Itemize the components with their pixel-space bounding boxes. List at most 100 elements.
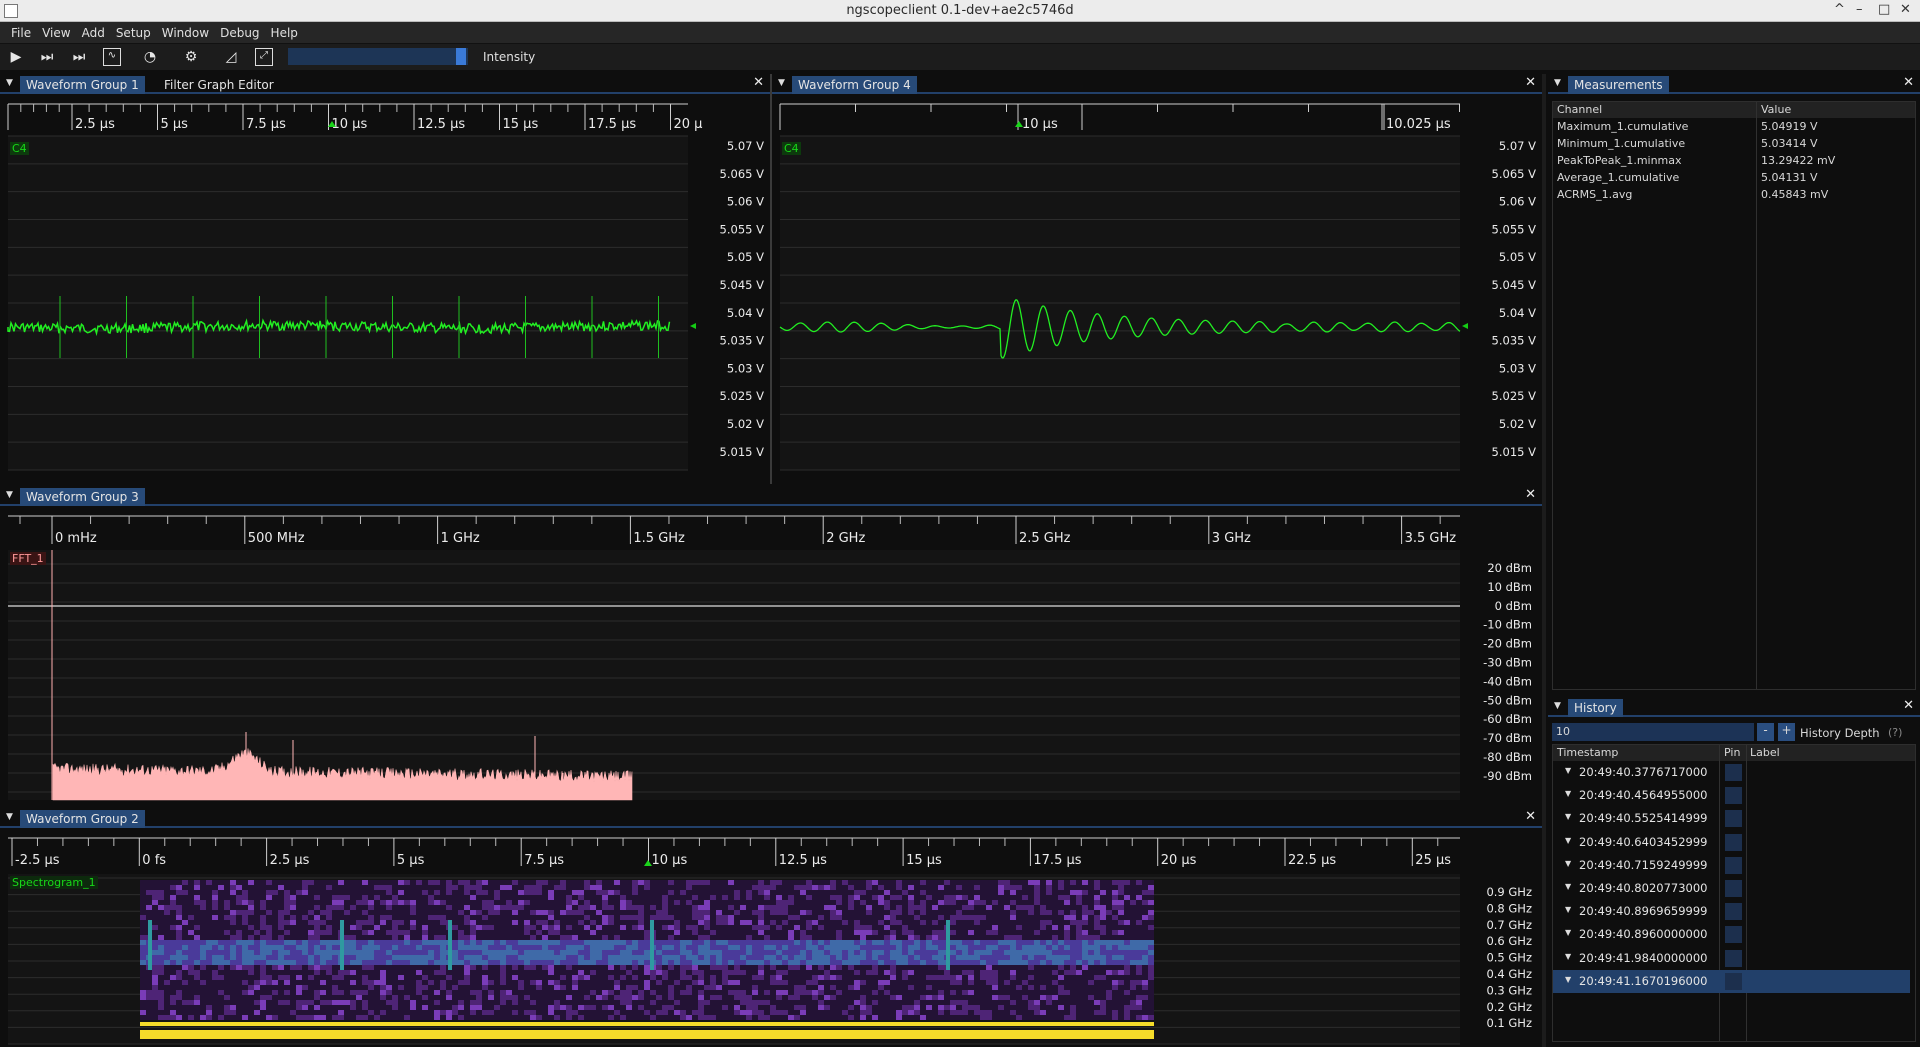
history-row[interactable]: ▼ 20:49:40.8020773000	[1553, 877, 1910, 900]
column-header-timestamp[interactable]: Timestamp	[1557, 746, 1618, 759]
expand-icon[interactable]: ▼	[1565, 812, 1571, 821]
menu-help[interactable]: Help	[260, 22, 298, 40]
tab-waveform-group-2[interactable]: Waveform Group 2	[20, 810, 145, 828]
history-row[interactable]: ▼ 20:49:40.5525414999	[1553, 807, 1910, 830]
collapse-icon[interactable]: ▼	[6, 78, 13, 88]
history-row[interactable]: ▼ 20:49:41.9840000000	[1553, 947, 1910, 970]
expand-icon[interactable]: ▼	[1565, 859, 1571, 868]
collapse-icon[interactable]: ▼	[6, 490, 13, 500]
close-icon[interactable]: ✕	[1525, 809, 1536, 824]
table-row[interactable]: Average_1.cumulative 5.04131 V	[1553, 169, 1915, 186]
waveform-group-3-plot[interactable]: 0 mHz 500 MHz 1 GHz 1.5 GHz 2 GHz 2.5 GHz 3 GH…	[0, 508, 1542, 806]
history-row[interactable]: ▼ 20:49:40.7159249999	[1553, 854, 1910, 877]
expand-icon[interactable]: ▼	[1565, 975, 1571, 984]
pin-checkbox[interactable]	[1725, 856, 1742, 874]
table-row[interactable]: Maximum_1.cumulative 5.04919 V	[1553, 118, 1915, 135]
pin-checkbox[interactable]	[1725, 810, 1742, 828]
collapse-icon[interactable]: ▼	[6, 812, 13, 822]
menu-view[interactable]: View	[31, 22, 70, 40]
spectrogram-cell	[1010, 1010, 1016, 1015]
expand-icon[interactable]: ▼	[1565, 882, 1571, 891]
maximize-restore-button[interactable]: ^	[1834, 2, 1845, 17]
depth-decrement-button[interactable]: -	[1757, 723, 1774, 741]
expand-icon[interactable]: ▼	[1565, 952, 1571, 961]
channel-label-c4[interactable]: C4	[782, 142, 801, 155]
channel-label-fft[interactable]: FFT_1	[10, 552, 46, 565]
depth-increment-button[interactable]: +	[1778, 723, 1795, 741]
expand-icon[interactable]: ▼	[1565, 928, 1571, 937]
zoom-fit-icon[interactable]: ⤢	[255, 48, 273, 66]
tab-waveform-group-4[interactable]: Waveform Group 4	[792, 76, 917, 94]
channel-label-c4[interactable]: C4	[10, 142, 29, 155]
close-icon[interactable]: ✕	[1525, 75, 1536, 90]
tab-waveform-group-1[interactable]: Waveform Group 1	[20, 76, 145, 94]
history-row[interactable]: ▼ 20:49:40.4564955000	[1553, 784, 1910, 807]
spectrogram-cell	[524, 885, 530, 890]
menu-add[interactable]: Add	[71, 22, 105, 40]
close-icon[interactable]: ✕	[1903, 698, 1914, 713]
pin-checkbox[interactable]	[1725, 787, 1742, 805]
tab-measurements[interactable]: Measurements	[1568, 76, 1669, 94]
expand-icon[interactable]: ▼	[1565, 836, 1571, 845]
stop-trigger-icon[interactable]: ∿	[103, 48, 121, 66]
force-trigger-icon[interactable]: ⏭	[70, 48, 88, 66]
waveform-group-2-plot[interactable]: -2.5 µs 0 fs 2.5 µs 5 µs 7.5 µs 10 µs 12.5 µs 1…	[0, 830, 1542, 1047]
menu-setup[interactable]: Setup	[105, 22, 151, 40]
column-header-pin[interactable]: Pin	[1724, 746, 1740, 759]
history-depth-input[interactable]: 10	[1552, 723, 1754, 741]
channel-label-spectrogram[interactable]: Spectrogram_1	[10, 876, 98, 889]
intensity-slider-handle[interactable]	[456, 48, 467, 65]
spectrogram-cell	[584, 1005, 590, 1010]
spectrogram-cell	[686, 880, 692, 885]
collapse-icon[interactable]: ▼	[1554, 78, 1561, 88]
pin-checkbox[interactable]	[1725, 949, 1742, 967]
start-trigger-icon[interactable]: ▶	[7, 48, 25, 66]
close-window-button[interactable]: ✕	[1900, 2, 1911, 17]
pin-checkbox[interactable]	[1725, 880, 1742, 897]
pin-checkbox[interactable]	[1725, 833, 1742, 851]
table-row[interactable]: Minimum_1.cumulative 5.03414 V	[1553, 135, 1915, 152]
spectrogram-cell	[728, 990, 734, 995]
close-icon[interactable]: ✕	[753, 75, 764, 90]
tab-history[interactable]: History	[1568, 699, 1623, 717]
pin-checkbox[interactable]	[1725, 903, 1742, 921]
autofit-vertical-icon[interactable]: ◿	[222, 48, 240, 66]
pin-checkbox[interactable]	[1725, 972, 1742, 990]
collapse-icon[interactable]: ▼	[778, 78, 785, 88]
history-icon[interactable]: ◔	[141, 48, 159, 66]
table-row[interactable]: ACRMS_1.avg 0.45843 mV	[1553, 186, 1915, 203]
history-row[interactable]: ▼ 20:49:40.8960000000	[1553, 923, 1910, 946]
history-row[interactable]: ▼ 20:49:40.3776717000	[1553, 761, 1910, 784]
close-icon[interactable]: ✕	[1903, 75, 1914, 90]
waveform-group-1-plot[interactable]: 2.5 µs 5 µs 7.5 µs 10 µs 12.5 µs 15 µs 17.5 µs…	[0, 96, 770, 484]
pin-checkbox[interactable]	[1725, 764, 1742, 781]
menu-window[interactable]: Window	[151, 22, 209, 40]
column-header-label[interactable]: Label	[1750, 746, 1780, 759]
history-row[interactable]: ▼ 20:49:41.1670196000	[1553, 969, 1910, 993]
refresh-icon[interactable]: ⚙	[182, 48, 200, 66]
waveform-group-4-plot[interactable]: 10 µs 10.025 µs 5.07 V5.065 V5.06 V5.055 …	[772, 96, 1542, 484]
table-row[interactable]: PeakToPeak_1.minmax 13.29422 mV	[1553, 152, 1915, 169]
close-icon[interactable]: ✕	[1525, 487, 1536, 502]
splitter[interactable]	[1542, 74, 1546, 1047]
history-row[interactable]: ▼ 20:49:40.8969659999	[1553, 900, 1910, 923]
spectrogram-cell	[182, 945, 188, 950]
expand-icon[interactable]: ▼	[1565, 766, 1571, 775]
spectrogram-cell	[626, 900, 632, 905]
menu-debug[interactable]: Debug	[209, 22, 259, 40]
column-header-channel[interactable]: Channel	[1557, 103, 1602, 116]
menu-file[interactable]: File	[0, 22, 31, 40]
expand-icon[interactable]: ▼	[1565, 905, 1571, 914]
intensity-slider[interactable]	[288, 48, 468, 65]
help-marker[interactable]: (?)	[1888, 726, 1902, 739]
minimize-button[interactable]: –	[1856, 2, 1863, 17]
single-trigger-icon[interactable]: ⏭	[38, 48, 56, 66]
history-row[interactable]: ▼ 20:49:40.6403452999	[1553, 831, 1910, 854]
collapse-icon[interactable]: ▼	[1554, 701, 1561, 711]
maximize-button[interactable]: □	[1878, 2, 1890, 17]
expand-icon[interactable]: ▼	[1565, 789, 1571, 798]
tab-waveform-group-3[interactable]: Waveform Group 3	[20, 488, 145, 506]
pin-checkbox[interactable]	[1725, 926, 1742, 944]
tab-filter-graph-editor[interactable]: Filter Graph Editor	[158, 76, 280, 94]
column-header-value[interactable]: Value	[1761, 103, 1791, 116]
